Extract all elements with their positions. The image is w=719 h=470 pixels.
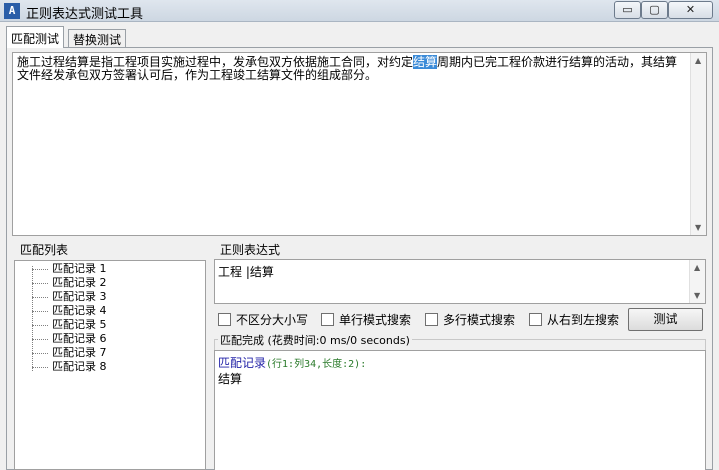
- list-item[interactable]: 匹配记录 4: [32, 304, 107, 318]
- right-to-left-label: 从右到左搜索: [547, 312, 620, 327]
- source-text-before: 施工过程结算是指工程项目实施过程中，发承包双方依据施工合同，对约定: [17, 55, 414, 69]
- result-meta: (行1:列34,长度:2):: [266, 359, 367, 370]
- right-to-left-checkbox[interactable]: 从右到左搜索: [529, 311, 619, 327]
- regex-value: 工程 |结算: [218, 265, 274, 279]
- tab-match-test[interactable]: 匹配测试: [6, 26, 65, 48]
- regex-label: 正则表达式: [220, 243, 281, 257]
- match-list-label: 匹配列表: [20, 243, 69, 257]
- list-item[interactable]: 匹配记录 2: [32, 276, 107, 290]
- list-item[interactable]: 匹配记录 5: [32, 318, 107, 332]
- checkbox-box[interactable]: [321, 312, 334, 326]
- checkbox-box[interactable]: [529, 312, 542, 326]
- window-title: 正则表达式测试工具: [26, 7, 144, 22]
- multiline-checkbox[interactable]: 多行模式搜索: [425, 311, 515, 327]
- ignore-case-label: 不区分大小写: [236, 312, 309, 327]
- list-item[interactable]: 匹配记录 8: [32, 360, 107, 374]
- result-status: 匹配完成 (花费时间:0 ms/0 seconds): [218, 332, 412, 348]
- close-icon: ✕: [685, 3, 696, 16]
- scroll-down-icon[interactable]: ▼: [695, 223, 701, 232]
- minimize-icon: ▭: [622, 3, 633, 16]
- maximize-icon: ▢: [649, 3, 660, 16]
- result-title: 匹配记录: [218, 356, 267, 370]
- list-item[interactable]: 匹配记录 6: [32, 332, 107, 346]
- scroll-up-icon[interactable]: ▲: [694, 263, 700, 272]
- singleline-label: 单行模式搜索: [339, 312, 412, 327]
- regex-scrollbar[interactable]: ▲ ▼: [689, 260, 705, 303]
- list-item[interactable]: 匹配记录 3: [32, 290, 107, 304]
- source-textarea[interactable]: 施工过程结算是指工程项目实施过程中，发承包双方依据施工合同，对约定结算周期内已完…: [12, 52, 707, 236]
- title-bar[interactable]: A 正则表达式测试工具 ▭ ▢ ✕: [0, 0, 719, 22]
- checkbox-box[interactable]: [218, 312, 231, 326]
- test-button[interactable]: 测试: [628, 308, 703, 331]
- result-header: 匹配记录(行1:列34,长度:2):: [218, 354, 366, 371]
- singleline-checkbox[interactable]: 单行模式搜索: [321, 311, 411, 327]
- checkbox-box[interactable]: [425, 312, 438, 326]
- ignore-case-checkbox[interactable]: 不区分大小写: [218, 311, 308, 327]
- highlighted-match: 结算: [413, 55, 438, 69]
- scroll-down-icon[interactable]: ▼: [694, 291, 700, 300]
- multiline-label: 多行模式搜索: [443, 312, 516, 327]
- regex-input[interactable]: 工程 |结算 ▲ ▼: [214, 259, 706, 304]
- list-item[interactable]: 匹配记录 7: [32, 346, 107, 360]
- source-text: 施工过程结算是指工程项目实施过程中，发承包双方依据施工合同，对约定结算周期内已完…: [17, 55, 687, 82]
- result-value: 结算: [218, 372, 243, 386]
- scroll-up-icon[interactable]: ▲: [695, 56, 701, 65]
- minimize-button[interactable]: ▭: [614, 1, 641, 19]
- tab-replace-test[interactable]: 替换测试: [68, 29, 127, 47]
- close-button[interactable]: ✕: [668, 1, 713, 19]
- list-item[interactable]: 匹配记录 1: [32, 262, 107, 276]
- source-scrollbar[interactable]: ▲ ▼: [690, 53, 706, 235]
- regex-app-icon: A: [4, 3, 20, 19]
- maximize-button[interactable]: ▢: [641, 1, 668, 19]
